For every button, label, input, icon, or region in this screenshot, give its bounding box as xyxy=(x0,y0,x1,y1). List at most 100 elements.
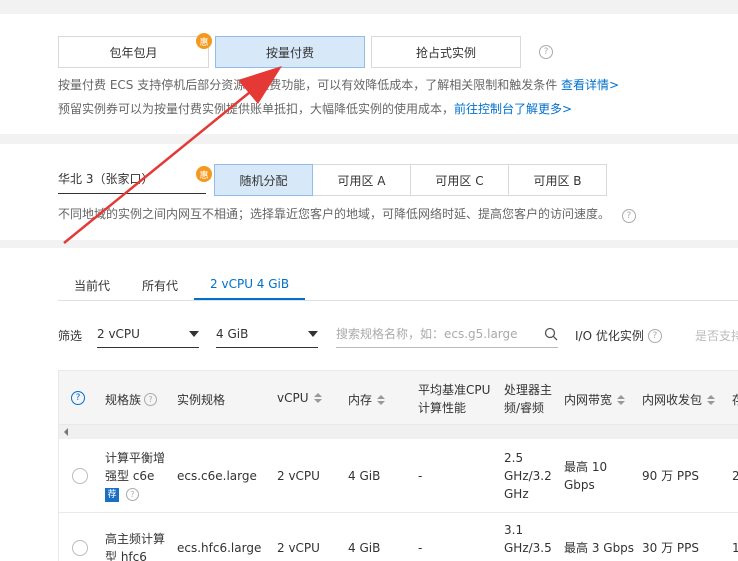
billing-desc-1: 按量付费 ECS 支持停机后部分资源不收费功能，可以有效降低成本，了解相关限制和… xyxy=(58,76,619,93)
cell-pps: 30 万 PPS xyxy=(642,541,699,555)
billing-help[interactable]: ? xyxy=(539,36,553,68)
go-console-link[interactable]: 前往控制台了解更多> xyxy=(454,102,572,116)
cpu-filter-select[interactable]: 2 vCPU xyxy=(97,320,199,348)
cell-baseline: - xyxy=(418,541,423,555)
row-radio[interactable] xyxy=(72,468,88,484)
header-pps[interactable]: 内网收发包 xyxy=(642,391,715,408)
scroll-left-icon[interactable] xyxy=(64,428,68,436)
zone-options: 随机分配 可用区 A 可用区 C 可用区 B xyxy=(214,164,607,196)
mem-filter-select[interactable]: 4 GiB xyxy=(216,320,318,348)
proc-line: GHz/3.2 xyxy=(504,469,552,483)
cell-vcpu: 2 vCPU xyxy=(277,541,320,555)
billing-desc-text: 预留实例券可以为按量付费实例提供账单抵扣，大幅降低实例的使用成本， xyxy=(58,102,455,116)
top-band xyxy=(0,0,738,14)
proc-line: GHz xyxy=(504,487,529,501)
help-icon[interactable]: ? xyxy=(621,209,636,223)
region-desc: 不同地域的实例之间内网互不相通；选择靠近您客户的地域，可降低网络时延、提高您客户… xyxy=(58,205,636,223)
region-select[interactable]: 华北 3（张家口） 惠 xyxy=(58,164,212,194)
family-line: 高主频计算 xyxy=(105,532,166,546)
billing-desc-text: 按量付费 ECS 支持停机后部分资源不收费功能，可以有效降低成本，了解相关限制和… xyxy=(58,78,562,92)
tab-current-gen[interactable]: 当前代 xyxy=(58,270,126,300)
bw-line: Gbps xyxy=(564,478,595,492)
zone-a-button[interactable]: 可用区 A xyxy=(312,164,411,196)
billing-option-label: 按量付费 xyxy=(265,45,314,60)
view-details-link[interactable]: 查看详情> xyxy=(561,78,619,92)
header-mem[interactable]: 内存 xyxy=(348,391,385,408)
proc-line: 2.5 xyxy=(504,451,524,465)
zone-label: 随机分配 xyxy=(239,173,288,188)
recommended-badge: 荐 xyxy=(105,487,119,502)
proc-line: GHz/3.5 xyxy=(504,541,552,555)
cell-bandwidth: 最高 3 Gbps xyxy=(564,541,635,555)
table-row[interactable]: 高主频计算 型 hfc6 ecs.hfc6.large 2 vCPU 4 GiB… xyxy=(58,513,738,561)
horizontal-scrollbar[interactable] xyxy=(58,425,738,439)
header-processor: 处理器主 频/睿频 xyxy=(504,381,552,417)
caret-down-icon xyxy=(189,330,199,337)
header-bandwidth[interactable]: 内网带宽 xyxy=(564,391,625,408)
zone-label: 可用区 C xyxy=(435,173,484,188)
zone-c-button[interactable]: 可用区 C xyxy=(410,164,509,196)
discount-badge: 惠 xyxy=(196,33,212,49)
cell-family: 高主频计算 型 hfc6 xyxy=(105,530,165,561)
cell-cut: 2 xyxy=(732,469,738,483)
table-row[interactable]: 计算平衡增 强型 c6e 荐 ? ecs.c6e.large 2 vCPU 4 … xyxy=(58,439,738,513)
spec-search-input[interactable]: 搜索规格名称，如：ecs.g5.large xyxy=(336,320,558,348)
header-help: ? xyxy=(71,391,85,405)
cell-mem: 4 GiB xyxy=(348,541,381,555)
row-radio[interactable] xyxy=(72,540,88,556)
search-placeholder: 搜索规格名称，如：ecs.g5.large xyxy=(336,327,518,341)
cell-spec: ecs.hfc6.large xyxy=(177,541,262,555)
cell-spec: ecs.c6e.large xyxy=(177,469,257,483)
instance-tabs: 当前代 所有代 2 vCPU 4 GiB xyxy=(58,270,306,300)
sort-icon[interactable] xyxy=(377,395,385,405)
billing-subscription-button[interactable]: 包年包月 惠 xyxy=(58,33,212,68)
cell-processor: 3.1 GHz/3.5 xyxy=(504,521,552,557)
cell-processor: 2.5 GHz/3.2 GHz xyxy=(504,449,552,503)
filter-label: 筛选 xyxy=(58,329,83,343)
zone-label: 可用区 A xyxy=(337,173,386,188)
sort-icon[interactable] xyxy=(314,393,322,403)
billing-desc-2: 预留实例券可以为按量付费实例提供账单抵扣，大幅降低实例的使用成本，前往控制台了解… xyxy=(58,100,572,117)
sort-icon[interactable] xyxy=(617,395,625,405)
header-label: 频/睿频 xyxy=(504,401,545,415)
table-header: ? 规格族 ? 实例规格 vCPU 内存 平均基准CPU 计算性能 处理器主 频… xyxy=(58,370,738,425)
cell-baseline: - xyxy=(418,469,423,483)
header-label: 平均基准CPU xyxy=(418,383,491,397)
support-filter-cut[interactable]: 是否支持 xyxy=(695,327,738,344)
section-divider xyxy=(0,134,738,144)
section-divider xyxy=(0,240,738,248)
sort-icon[interactable] xyxy=(707,395,715,405)
header-label: 计算性能 xyxy=(418,401,467,415)
billing-pay-as-you-go-button[interactable]: 按量付费 xyxy=(215,36,365,68)
billing-options: 包年包月 惠 按量付费 抢占式实例 ? xyxy=(58,33,553,68)
help-icon[interactable]: ? xyxy=(71,391,85,405)
help-icon[interactable]: ? xyxy=(144,393,158,406)
cell-family: 计算平衡增 强型 c6e 荐 ? xyxy=(105,449,165,503)
bw-line: 最高 10 xyxy=(564,460,608,474)
cell-pps: 90 万 PPS xyxy=(642,469,699,483)
mem-filter-value: 4 GiB xyxy=(216,326,249,341)
help-icon[interactable]: ? xyxy=(125,488,139,501)
header-label: 内网收发包 xyxy=(642,393,703,407)
proc-line: 3.1 xyxy=(504,523,524,537)
billing-option-label: 抢占式实例 xyxy=(415,45,476,60)
header-baseline: 平均基准CPU 计算性能 xyxy=(418,381,490,417)
cell-vcpu: 2 vCPU xyxy=(277,469,320,483)
discount-badge: 惠 xyxy=(196,166,212,182)
cpu-filter-value: 2 vCPU xyxy=(97,326,140,341)
help-icon[interactable]: ? xyxy=(539,45,553,59)
region-value: 华北 3（张家口） xyxy=(58,172,154,186)
header-label: 规格族 xyxy=(105,393,142,407)
io-optimized-filter[interactable]: I/O 优化实例 ? xyxy=(575,327,662,344)
header-label: 处理器主 xyxy=(504,383,553,397)
cell-bandwidth: 最高 10 Gbps xyxy=(564,458,607,494)
tab-divider xyxy=(58,300,738,301)
zone-b-button[interactable]: 可用区 B xyxy=(508,164,607,196)
help-icon[interactable]: ? xyxy=(647,328,662,343)
search-icon[interactable] xyxy=(544,327,558,341)
tab-2vcpu-4gib[interactable]: 2 vCPU 4 GiB xyxy=(194,270,306,300)
tab-all-gen[interactable]: 所有代 xyxy=(126,270,194,300)
header-vcpu[interactable]: vCPU xyxy=(277,391,322,405)
billing-preemptible-button[interactable]: 抢占式实例 xyxy=(371,36,521,68)
zone-random-button[interactable]: 随机分配 xyxy=(214,164,313,196)
